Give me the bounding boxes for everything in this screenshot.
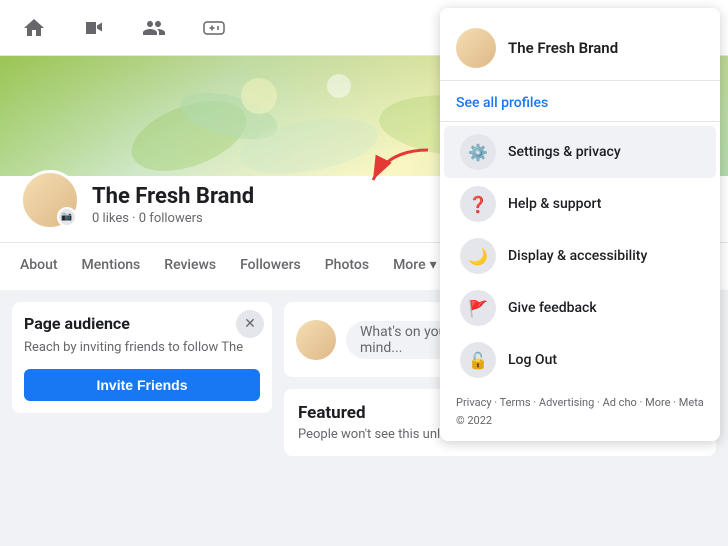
tab-reviews[interactable]: Reviews bbox=[152, 243, 228, 291]
dropdown-profile-section[interactable]: The Fresh Brand bbox=[440, 16, 720, 81]
see-all-profiles-link[interactable]: See all profiles bbox=[440, 89, 720, 122]
camera-icon[interactable]: 📷 bbox=[57, 207, 77, 227]
video-icon[interactable] bbox=[76, 10, 112, 46]
dropdown-profile-avatar bbox=[456, 28, 496, 68]
user-dropdown-menu: The Fresh Brand See all profiles ⚙️ Sett… bbox=[440, 8, 720, 441]
chevron-down-icon: ▾ bbox=[430, 257, 437, 273]
audience-title: Page audience bbox=[24, 314, 260, 333]
tab-about[interactable]: About bbox=[8, 243, 70, 291]
tab-followers[interactable]: Followers bbox=[228, 243, 313, 291]
post-box-avatar bbox=[296, 320, 336, 360]
dropdown-item-display[interactable]: 🌙 Display & accessibility bbox=[444, 230, 716, 282]
dropdown-item-settings[interactable]: ⚙️ Settings & privacy bbox=[444, 126, 716, 178]
dropdown-footer: Privacy · Terms · Advertising · Ad cho ·… bbox=[440, 386, 720, 433]
help-icon: ❓ bbox=[460, 186, 496, 222]
settings-label: Settings & privacy bbox=[508, 144, 621, 160]
dropdown-item-logout[interactable]: 🔓 Log Out bbox=[444, 334, 716, 386]
audience-description: Reach by inviting friends to follow The bbox=[24, 339, 260, 357]
audience-card: ✕ Page audience Reach by inviting friend… bbox=[12, 302, 272, 413]
feedback-icon: 🚩 bbox=[460, 290, 496, 326]
dropdown-item-feedback[interactable]: 🚩 Give feedback bbox=[444, 282, 716, 334]
tab-more[interactable]: More ▾ bbox=[381, 243, 449, 291]
close-button[interactable]: ✕ bbox=[236, 310, 264, 338]
feedback-label: Give feedback bbox=[508, 300, 597, 316]
profile-avatar: 📷 bbox=[20, 170, 80, 230]
logout-label: Log Out bbox=[508, 352, 557, 368]
dropdown-profile-name: The Fresh Brand bbox=[508, 39, 618, 57]
profile-text: The Fresh Brand 0 likes · 0 followers bbox=[92, 184, 254, 230]
groups-icon[interactable] bbox=[136, 10, 172, 46]
display-icon: 🌙 bbox=[460, 238, 496, 274]
logout-icon: 🔓 bbox=[460, 342, 496, 378]
invite-friends-button[interactable]: Invite Friends bbox=[24, 369, 260, 401]
tab-photos[interactable]: Photos bbox=[313, 243, 381, 291]
tab-mentions[interactable]: Mentions bbox=[70, 243, 153, 291]
gaming-icon[interactable] bbox=[196, 10, 232, 46]
profile-stats: 0 likes · 0 followers bbox=[92, 211, 254, 226]
nav-left-icons bbox=[16, 10, 232, 46]
help-label: Help & support bbox=[508, 196, 601, 212]
display-label: Display & accessibility bbox=[508, 248, 647, 264]
left-panel: ✕ Page audience Reach by inviting friend… bbox=[12, 302, 272, 456]
home-icon[interactable] bbox=[16, 10, 52, 46]
dropdown-item-help[interactable]: ❓ Help & support bbox=[444, 178, 716, 230]
profile-name: The Fresh Brand bbox=[92, 184, 254, 209]
settings-icon: ⚙️ bbox=[460, 134, 496, 170]
